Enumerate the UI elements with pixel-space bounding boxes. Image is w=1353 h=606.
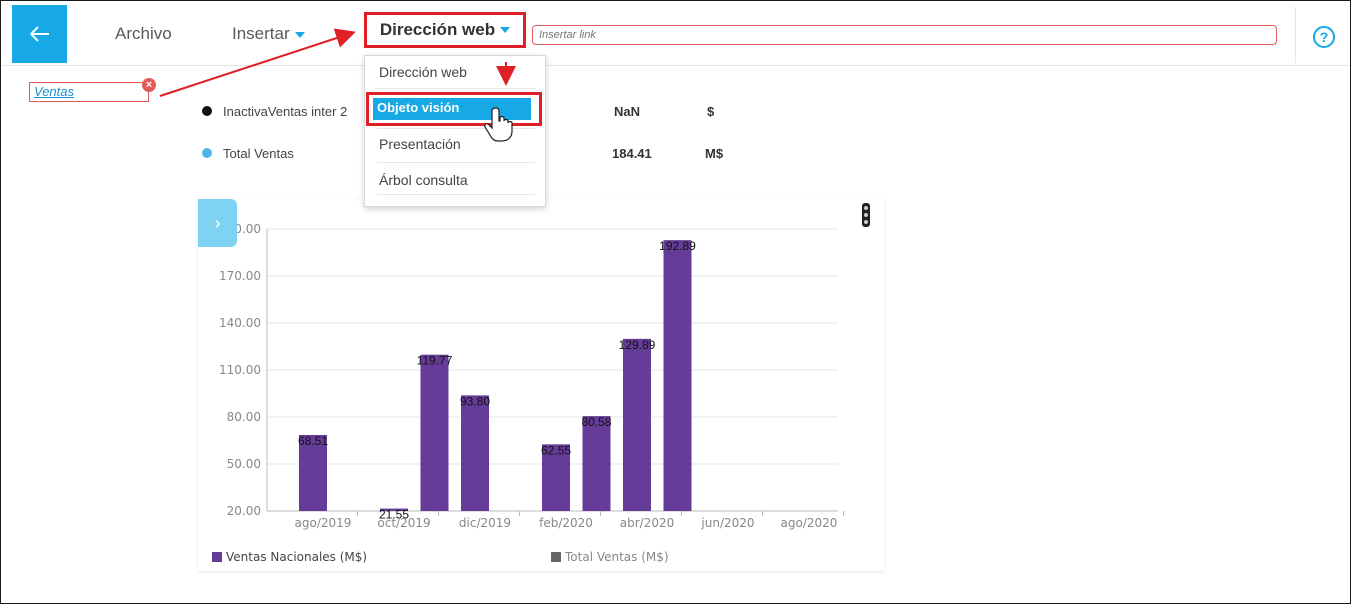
caret-down-icon xyxy=(294,31,305,38)
bar xyxy=(582,416,611,511)
x-tick-label: dic/2019 xyxy=(459,516,511,530)
dropdown-divider xyxy=(377,194,535,195)
indicator-value: NaN xyxy=(614,104,641,119)
indicator-unit: M$ xyxy=(705,146,724,161)
menu-insertar-label: Insertar xyxy=(232,24,290,43)
indicator-unit: $ xyxy=(707,104,715,119)
indicator-dot xyxy=(202,106,212,116)
bar-data-label: 93.80 xyxy=(460,394,490,408)
dropdown-item-direccion-web[interactable]: Dirección web xyxy=(379,64,467,80)
indicator-name: Total Ventas xyxy=(223,146,294,161)
menu-insertar[interactable]: Insertar xyxy=(232,24,305,44)
y-tick-label: 170.00 xyxy=(219,269,261,283)
dropdown-item-objeto-vision-highlight[interactable]: Objeto visión xyxy=(366,92,542,126)
x-tick-label: ago/2020 xyxy=(781,516,838,530)
y-tick-label: 50.00 xyxy=(227,457,261,471)
y-tick-label: 110.00 xyxy=(219,363,261,377)
bar-data-label: 119.77 xyxy=(417,354,453,368)
y-tick-label: 80.00 xyxy=(227,410,261,424)
legend-label: Ventas Nacionales (M$) xyxy=(226,550,367,564)
dropdown-divider xyxy=(377,88,535,89)
x-tick-label: feb/2020 xyxy=(539,516,593,530)
legend-swatch xyxy=(212,552,222,562)
arrow-left-icon xyxy=(29,26,49,42)
direccion-web-label: Dirección web xyxy=(379,20,496,39)
indicator-name: InactivaVentas inter 2 xyxy=(223,104,348,119)
bar-data-label: 80.58 xyxy=(581,415,611,429)
component-link[interactable]: Ventas xyxy=(29,82,149,102)
caret-down-icon xyxy=(500,27,511,33)
options-kebab-icon[interactable] xyxy=(862,203,870,227)
y-tick-label: 140.00 xyxy=(219,316,261,330)
chart-panel: 200.00 170.00 140.00 110.00 80.00 50.00 20.00 6… xyxy=(198,199,884,571)
bar xyxy=(461,395,489,511)
x-tick-label: ago/2019 xyxy=(295,516,352,530)
bar-data-label: 129.89 xyxy=(619,338,656,352)
indicator-value: 184.41 xyxy=(612,146,652,161)
bar xyxy=(663,240,692,511)
bar-data-label: 192.89 xyxy=(659,239,696,253)
back-button[interactable] xyxy=(12,5,67,63)
legend-label: Total Ventas (M$) xyxy=(564,550,669,564)
x-tick-label: oct/2019 xyxy=(377,516,430,530)
dropdown-item-arbol-consulta[interactable]: Árbol consulta xyxy=(379,172,468,188)
help-icon[interactable]: ? xyxy=(1313,26,1335,48)
menu-archivo[interactable]: Archivo xyxy=(115,24,172,44)
toolbar-divider xyxy=(1295,7,1296,63)
remove-link-icon[interactable]: × xyxy=(142,78,156,92)
bar xyxy=(420,354,449,511)
x-tick-label: abr/2020 xyxy=(620,516,675,530)
dropdown-divider xyxy=(377,162,535,163)
component-link-text[interactable]: Ventas xyxy=(34,84,74,99)
indicator-dot xyxy=(202,148,212,158)
bar-data-label: 68.51 xyxy=(298,434,328,448)
dropdown-item-presentacion[interactable]: Presentación xyxy=(379,136,461,152)
direccion-web-dropdown: Dirección web Presentación Árbol consult… xyxy=(364,55,546,207)
dropdown-item-objeto-vision[interactable]: Objeto visión xyxy=(373,98,531,120)
x-tick-label: jun/2020 xyxy=(700,516,754,530)
y-tick-label: 20.00 xyxy=(227,504,261,518)
legend-swatch xyxy=(551,552,561,562)
bar xyxy=(623,338,651,511)
expand-panel-tab[interactable]: › xyxy=(198,199,237,247)
direccion-web-button[interactable]: Dirección web xyxy=(364,12,526,48)
dropdown-divider xyxy=(377,128,535,129)
bar-data-label: 62.55 xyxy=(541,443,571,457)
insert-link-input[interactable] xyxy=(532,25,1277,45)
bar-chart: 200.00170.00140.00110.0080.0050.0020.006… xyxy=(212,222,844,564)
